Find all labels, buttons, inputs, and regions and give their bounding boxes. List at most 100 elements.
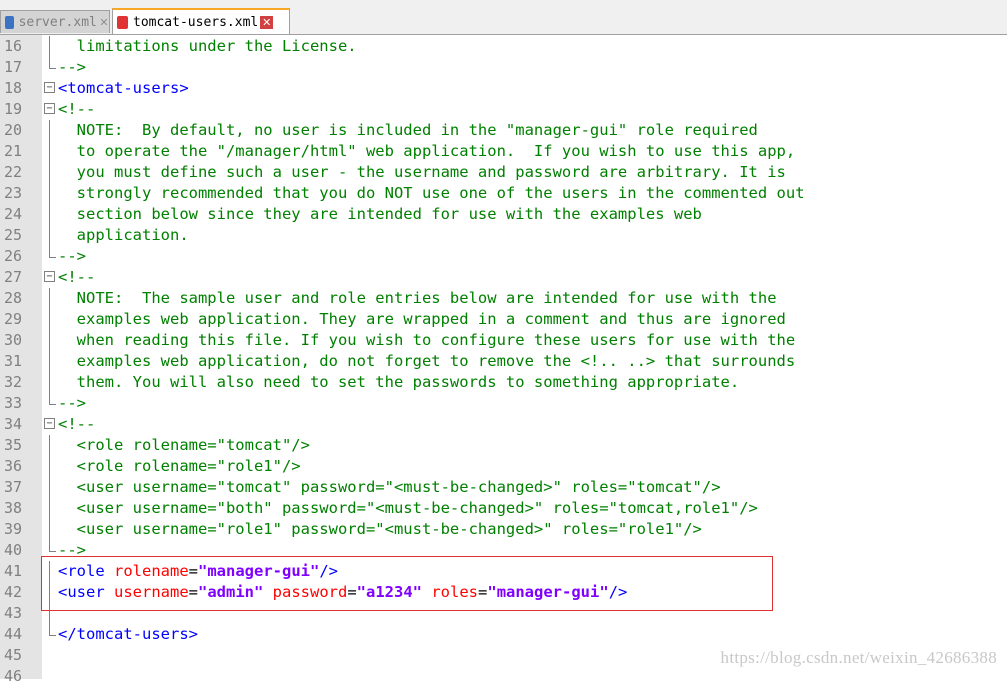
tab-tomcat-users-xml[interactable]: tomcat-users.xml ✕ <box>112 8 290 34</box>
fold-guide <box>49 204 50 225</box>
line-number: 20 <box>4 121 23 139</box>
fold-guide <box>49 351 50 372</box>
highlight-box <box>41 556 773 611</box>
code-token: NOTE: By default, no user is included in… <box>58 121 758 139</box>
fold-guide <box>49 120 50 141</box>
code-line[interactable]: 38 <user username="both" password="<must… <box>0 498 1007 519</box>
code-line[interactable]: 33 --> <box>0 393 1007 414</box>
code-token: strongly recommended that you do NOT use… <box>58 184 805 202</box>
code-line[interactable]: 28 NOTE: The sample user and role entrie… <box>0 288 1007 309</box>
code-token: NOTE: The sample user and role entries b… <box>58 289 777 307</box>
code-line[interactable]: 30 when reading this file. If you wish t… <box>0 330 1007 351</box>
code-line[interactable]: 32 them. You will also need to set the p… <box>0 372 1007 393</box>
line-number: 16 <box>4 37 23 55</box>
line-number: 46 <box>4 667 23 685</box>
code-line[interactable]: 39 <user username="role1" password="<mus… <box>0 519 1007 540</box>
fold-guide <box>49 477 50 498</box>
code-line[interactable]: 36 <role rolename="role1"/> <box>0 456 1007 477</box>
code-line[interactable]: 22 you must define such a user - the use… <box>0 162 1007 183</box>
fold-guide <box>49 36 50 57</box>
code-token: <user username="tomcat" password="<must-… <box>58 478 721 496</box>
code-line[interactable]: 29 examples web application. They are wr… <box>0 309 1007 330</box>
code-line[interactable]: 44 </tomcat-users> <box>0 624 1007 645</box>
fold-guide <box>49 225 50 246</box>
line-number: 42 <box>4 583 23 601</box>
line-number: 24 <box>4 205 23 223</box>
code-line[interactable]: 21 to operate the "/manager/html" web ap… <box>0 141 1007 162</box>
line-number: 39 <box>4 520 23 538</box>
code-text: NOTE: The sample user and role entries b… <box>58 288 777 309</box>
fold-toggle-icon[interactable]: − <box>44 418 55 429</box>
code-line[interactable]: 34 − <!-- <box>0 414 1007 435</box>
line-number: 35 <box>4 436 23 454</box>
code-text: limitations under the License. <box>58 36 357 57</box>
line-number: 30 <box>4 331 23 349</box>
code-line[interactable]: 26 --> <box>0 246 1007 267</box>
fold-toggle-icon[interactable]: − <box>44 82 55 93</box>
code-text: NOTE: By default, no user is included in… <box>58 120 758 141</box>
line-number: 21 <box>4 142 23 160</box>
code-token: <!-- <box>58 415 96 433</box>
code-text: --> <box>58 393 86 414</box>
line-number: 34 <box>4 415 23 433</box>
code-text: application. <box>58 225 189 246</box>
code-line[interactable]: 20 NOTE: By default, no user is included… <box>0 120 1007 141</box>
code-token: <user username="both" password="<must-be… <box>58 499 758 517</box>
tab-label: server.xml <box>18 14 97 30</box>
code-text: <user username="role1" password="<must-b… <box>58 519 702 540</box>
line-number: 26 <box>4 247 23 265</box>
code-token: --> <box>58 58 86 76</box>
line-number: 33 <box>4 394 23 412</box>
code-text: --> <box>58 246 86 267</box>
code-text: section below since they are intended fo… <box>58 204 702 225</box>
code-line[interactable]: 37 <user username="tomcat" password="<mu… <box>0 477 1007 498</box>
tab-bar: server.xml ✕ tomcat-users.xml ✕ <box>0 0 1007 35</box>
code-text: <user username="tomcat" password="<must-… <box>58 477 721 498</box>
code-line[interactable]: 35 <role rolename="tomcat"/> <box>0 435 1007 456</box>
code-text: when reading this file. If you wish to c… <box>58 330 796 351</box>
file-icon <box>5 15 14 29</box>
code-line[interactable]: 17 --> <box>0 57 1007 78</box>
fold-end-marker <box>49 540 56 552</box>
code-token: examples web application, do not forget … <box>58 352 796 370</box>
line-number: 45 <box>4 646 23 664</box>
code-token: you must define such a user - the userna… <box>58 163 786 181</box>
code-text: <!-- <box>58 267 95 288</box>
fold-toggle-icon[interactable]: − <box>44 271 55 282</box>
code-text: <!-- <box>58 414 95 435</box>
code-text: you must define such a user - the userna… <box>58 162 786 183</box>
code-line[interactable]: 19 − <!-- <box>0 99 1007 120</box>
code-text: to operate the "/manager/html" web appli… <box>58 141 796 162</box>
close-icon[interactable]: ✕ <box>260 15 274 29</box>
fold-toggle-icon[interactable]: − <box>44 103 55 114</box>
code-text: --> <box>58 57 86 78</box>
line-number: 36 <box>4 457 23 475</box>
code-token: <!-- <box>58 100 96 118</box>
code-line[interactable]: 16 limitations under the License. <box>0 36 1007 57</box>
fold-end-marker <box>49 393 56 405</box>
code-token: <user username="role1" password="<must-b… <box>58 520 702 538</box>
fold-guide <box>49 183 50 204</box>
fold-guide <box>49 330 50 351</box>
fold-guide <box>49 288 50 309</box>
tab-server-xml[interactable]: server.xml ✕ <box>0 10 110 33</box>
fold-end-marker <box>49 57 56 69</box>
code-line[interactable]: 24 section below since they are intended… <box>0 204 1007 225</box>
code-token: --> <box>58 247 86 265</box>
code-text: examples web application, do not forget … <box>58 351 796 372</box>
code-token: section below since they are intended fo… <box>58 205 702 223</box>
line-number: 44 <box>4 625 23 643</box>
line-number: 31 <box>4 352 23 370</box>
watermark: https://blog.csdn.net/weixin_42686388 <box>720 648 997 667</box>
close-icon[interactable]: ✕ <box>99 16 109 29</box>
line-number: 29 <box>4 310 23 328</box>
code-line[interactable]: 31 examples web application, do not forg… <box>0 351 1007 372</box>
code-text: <role rolename="tomcat"/> <box>58 435 310 456</box>
code-line[interactable]: 27 − <!-- <box>0 267 1007 288</box>
fold-guide <box>49 372 50 393</box>
code-line[interactable]: 46 <box>0 666 1007 687</box>
code-line[interactable]: 23 strongly recommended that you do NOT … <box>0 183 1007 204</box>
code-line[interactable]: 25 application. <box>0 225 1007 246</box>
code-text: <role rolename="role1"/> <box>58 456 301 477</box>
code-line[interactable]: 18 − <tomcat-users> <box>0 78 1007 99</box>
